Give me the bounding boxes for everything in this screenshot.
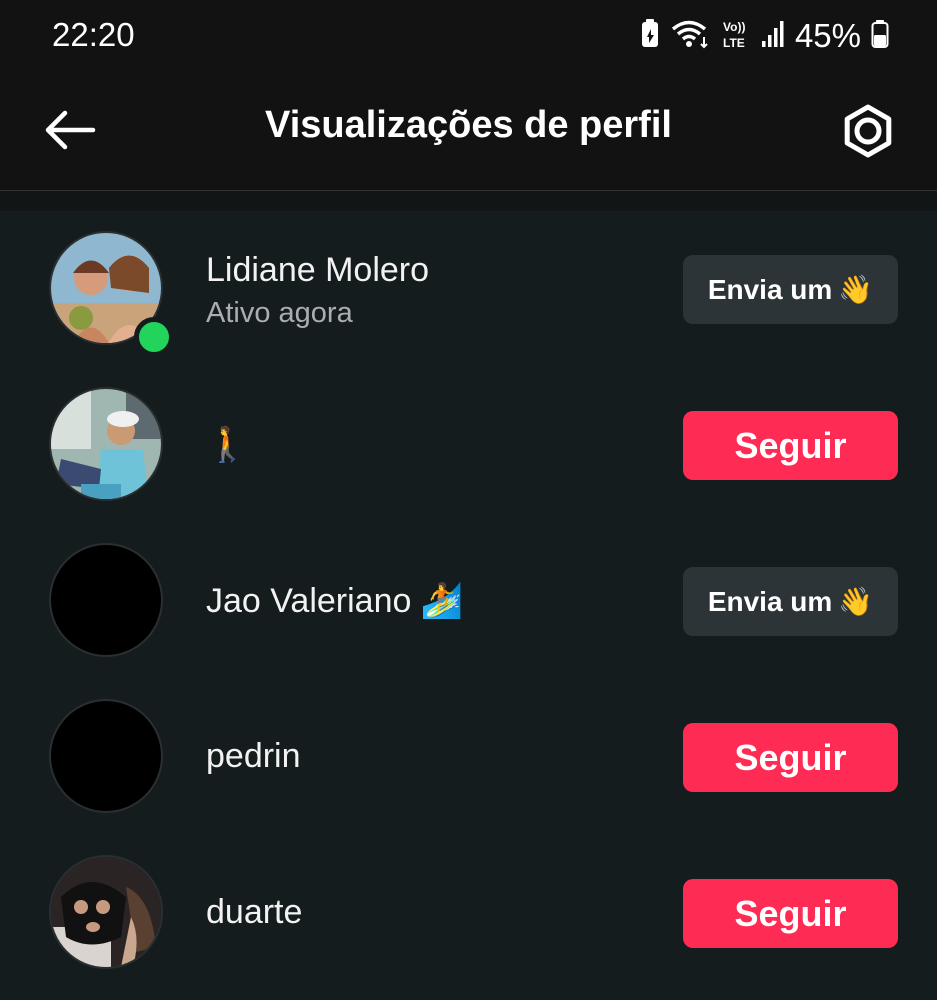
user-name: 🚶 (206, 425, 249, 465)
follow-button[interactable]: Seguir (683, 411, 898, 480)
list-item[interactable]: pedrin Seguir (0, 679, 937, 835)
volte-icon: Vo)) LTE (721, 18, 751, 55)
avatar[interactable] (49, 387, 163, 501)
wifi-icon (671, 19, 711, 54)
list-item[interactable]: 🚶 Seguir (0, 367, 937, 523)
svg-text:Vo)): Vo)) (723, 20, 745, 34)
signal-icon (761, 19, 785, 54)
avatar[interactable] (49, 855, 163, 969)
divider-strip (0, 191, 937, 211)
settings-button[interactable] (835, 100, 901, 166)
list-item[interactable]: Lidiane Molero Ativo agora Envia um 👋 (0, 211, 937, 367)
app-bar: Visualizações de perfil (0, 78, 937, 191)
status-icons: Vo)) LTE 45% (639, 14, 889, 58)
wave-button[interactable]: Envia um 👋 (683, 567, 898, 636)
user-status: Ativo agora (206, 297, 353, 329)
waving-hand-icon: 👋 (838, 273, 874, 306)
waving-hand-icon: 👋 (838, 585, 874, 618)
wave-button-label: Envia um (707, 273, 833, 305)
gear-icon (839, 102, 897, 165)
status-time: 22:20 (52, 16, 135, 53)
wave-button[interactable]: Envia um 👋 (683, 255, 898, 324)
battery-icon (871, 19, 889, 54)
list-item[interactable]: duarte Seguir (0, 835, 937, 991)
svg-text:LTE: LTE (723, 36, 745, 50)
battery-saver-icon (639, 18, 661, 54)
status-bar: 22:20 Vo)) LTE 45% (0, 0, 937, 78)
user-name: Jao Valeriano 🏄 (206, 582, 464, 620)
follow-button[interactable]: Seguir (683, 879, 898, 948)
user-name: Lidiane Molero (206, 251, 430, 289)
wave-button-label: Envia um (707, 585, 833, 617)
list-item[interactable]: Jao Valeriano 🏄 Envia um 👋 (0, 523, 937, 679)
user-name: duarte (206, 893, 303, 931)
user-name: pedrin (206, 737, 301, 775)
avatar[interactable] (49, 543, 163, 657)
online-status-dot (134, 317, 174, 357)
follow-button[interactable]: Seguir (683, 723, 898, 792)
page-title: Visualizações de perfil (265, 104, 672, 146)
avatar[interactable] (49, 699, 163, 813)
battery-percent: 45% (794, 17, 861, 54)
